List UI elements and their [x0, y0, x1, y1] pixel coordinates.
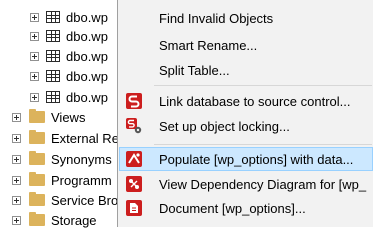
table-icon — [46, 91, 60, 103]
tree-label: Views — [51, 109, 86, 125]
tree-label: dbo.wp — [66, 68, 108, 84]
tree-row-table[interactable]: dbo.wp — [30, 87, 108, 107]
object-explorer-tree: dbo.wp dbo.wp dbo.wp dbo.wp dbo.wp Views… — [0, 0, 120, 230]
tree-row-table[interactable]: dbo.wp — [30, 46, 108, 66]
menu-item-label: Document [wp_options]... — [159, 200, 306, 216]
menu-item-label: Find Invalid Objects — [159, 10, 274, 26]
tree-row-table[interactable]: dbo.wp — [30, 26, 108, 46]
tree-label: dbo.wp — [66, 89, 108, 105]
dependency-tracker-icon — [126, 176, 142, 192]
menu-item-label: View Dependency Diagram for [wp_ — [159, 176, 367, 192]
menu-item-label: Smart Rename... — [159, 37, 258, 53]
source-control-icon — [126, 93, 142, 109]
expand-icon[interactable] — [30, 12, 39, 22]
tree-label: Storage — [51, 212, 97, 228]
data-generator-icon — [126, 151, 142, 167]
expand-icon[interactable] — [30, 31, 39, 41]
expand-icon[interactable] — [12, 133, 21, 143]
folder-icon — [29, 172, 45, 186]
expand-icon[interactable] — [12, 195, 21, 205]
folder-icon — [29, 109, 45, 123]
expand-icon[interactable] — [12, 175, 21, 185]
menu-item-smart-rename[interactable]: Smart Rename... — [119, 33, 373, 57]
object-locking-icon — [126, 118, 142, 134]
menu-item-link-source-control[interactable]: Link database to source control... — [119, 89, 373, 113]
sql-doc-icon — [126, 200, 142, 216]
expand-icon[interactable] — [30, 71, 39, 81]
menu-item-label: Link database to source control... — [159, 93, 351, 109]
menu-item-find-invalid-objects[interactable]: Find Invalid Objects — [119, 6, 373, 30]
menu-item-split-table[interactable]: Split Table... — [119, 58, 373, 82]
menu-item-populate-data[interactable]: Populate [wp_options] with data... — [119, 147, 373, 171]
tree-row-table[interactable]: dbo.wp — [30, 66, 108, 86]
tree-row-folder-views[interactable]: Views — [12, 107, 85, 127]
tree-row-folder-service-broker[interactable]: Service Bro — [12, 190, 118, 210]
menu-item-label: Set up object locking... — [159, 118, 290, 134]
folder-icon — [29, 212, 45, 226]
menu-item-object-locking[interactable]: Set up object locking... — [119, 114, 373, 138]
tree-label: Synonyms — [51, 151, 112, 167]
expand-icon[interactable] — [12, 112, 21, 122]
tree-row-folder-storage[interactable]: Storage — [12, 210, 97, 230]
folder-icon — [29, 192, 45, 206]
table-icon — [46, 30, 60, 42]
tree-label: Service Bro — [51, 192, 119, 208]
tree-row-table[interactable]: dbo.wp — [30, 7, 108, 27]
table-icon — [46, 70, 60, 82]
tree-label: Programm — [51, 172, 112, 188]
tree-label: External Re — [51, 130, 119, 146]
menu-separator — [154, 144, 372, 145]
menu-item-dependency-diagram[interactable]: View Dependency Diagram for [wp_ — [119, 172, 373, 196]
table-icon — [46, 50, 60, 62]
menu-item-label: Populate [wp_options] with data... — [159, 151, 354, 167]
tree-label: dbo.wp — [66, 28, 108, 44]
folder-icon — [29, 151, 45, 165]
folder-icon — [29, 130, 45, 144]
tree-row-folder-synonyms[interactable]: Synonyms — [12, 149, 112, 169]
expand-icon[interactable] — [12, 154, 21, 164]
menu-item-label: Split Table... — [159, 62, 230, 78]
tree-label: dbo.wp — [66, 48, 108, 64]
expand-icon[interactable] — [30, 92, 39, 102]
expand-icon[interactable] — [12, 215, 21, 225]
expand-icon[interactable] — [30, 51, 39, 61]
menu-separator — [154, 85, 372, 86]
tree-row-folder-programmability[interactable]: Programm — [12, 170, 112, 190]
tree-label: dbo.wp — [66, 9, 108, 25]
tree-row-folder-external[interactable]: External Re — [12, 128, 119, 148]
menu-item-document[interactable]: Document [wp_options]... — [119, 196, 373, 220]
context-menu: Find Invalid Objects Smart Rename... Spl… — [117, 0, 373, 227]
table-icon — [46, 11, 60, 23]
